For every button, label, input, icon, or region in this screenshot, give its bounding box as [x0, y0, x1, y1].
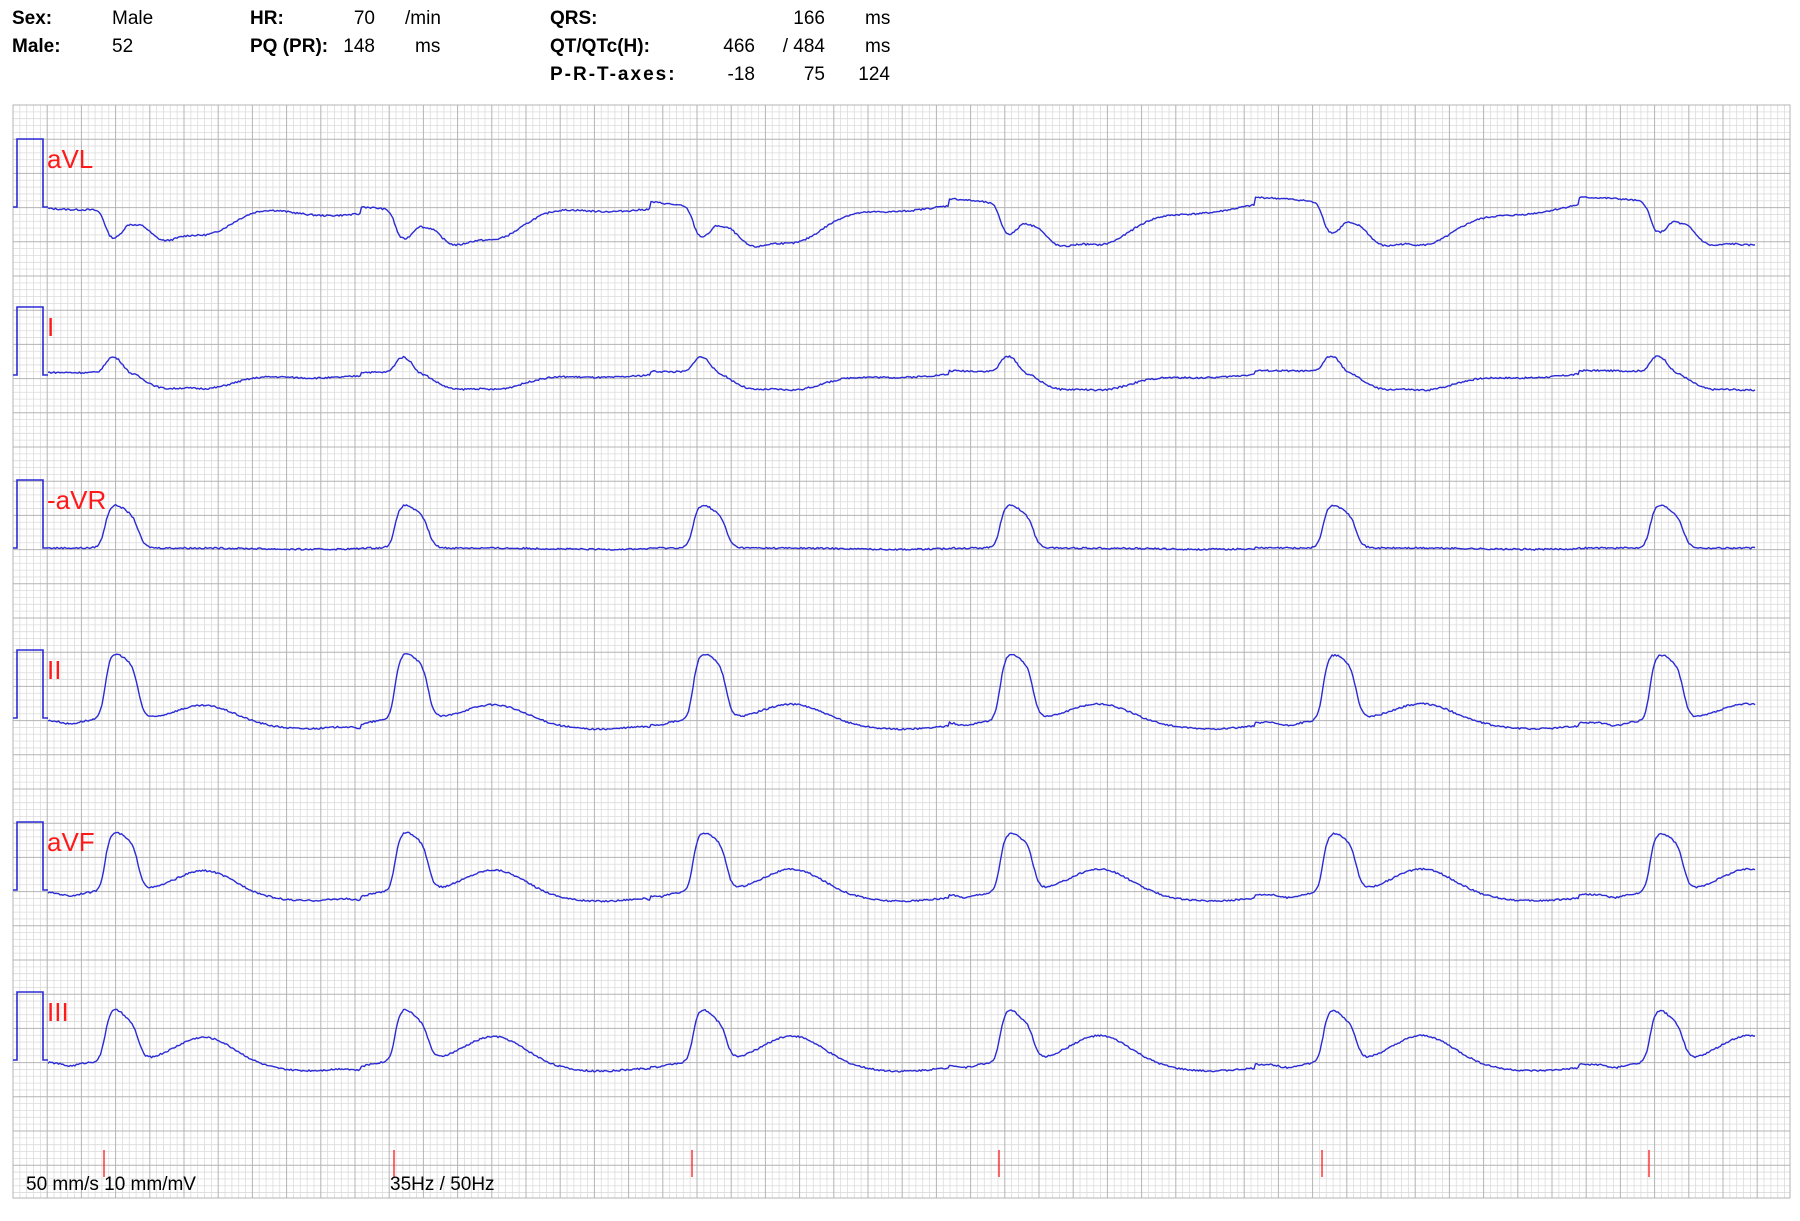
lead-label-iii: III [47, 997, 69, 1027]
filter-label: 35Hz / 50Hz [390, 1174, 495, 1195]
trace-avl [47, 196, 1756, 248]
lead-label-minus-avr: -aVR [47, 485, 106, 515]
lead-label-i: I [47, 312, 54, 342]
lead-label-ii: II [47, 655, 61, 685]
calibration-pulse [13, 821, 48, 891]
speed-gain-label: 50 mm/s 10 mm/mV [26, 1174, 196, 1195]
calibration-pulse [13, 479, 48, 549]
trace-minus-avr [47, 503, 1756, 551]
calibration-pulse [13, 649, 48, 719]
calibration-pulse [13, 991, 48, 1061]
lead-label-avl: aVL [47, 144, 93, 174]
ecg-traces [13, 138, 1756, 1073]
ecg-chart: aVL I -aVR II aVF III 50 mm/s 10 mm/mV 35Hz /… [12, 104, 1791, 1199]
trace-ii [47, 653, 1756, 731]
grid-minor [13, 105, 1790, 1198]
beat-markers [103, 1150, 1650, 1177]
lead-label-avf: aVF [47, 827, 95, 857]
ecg-grid [12, 104, 1791, 1199]
